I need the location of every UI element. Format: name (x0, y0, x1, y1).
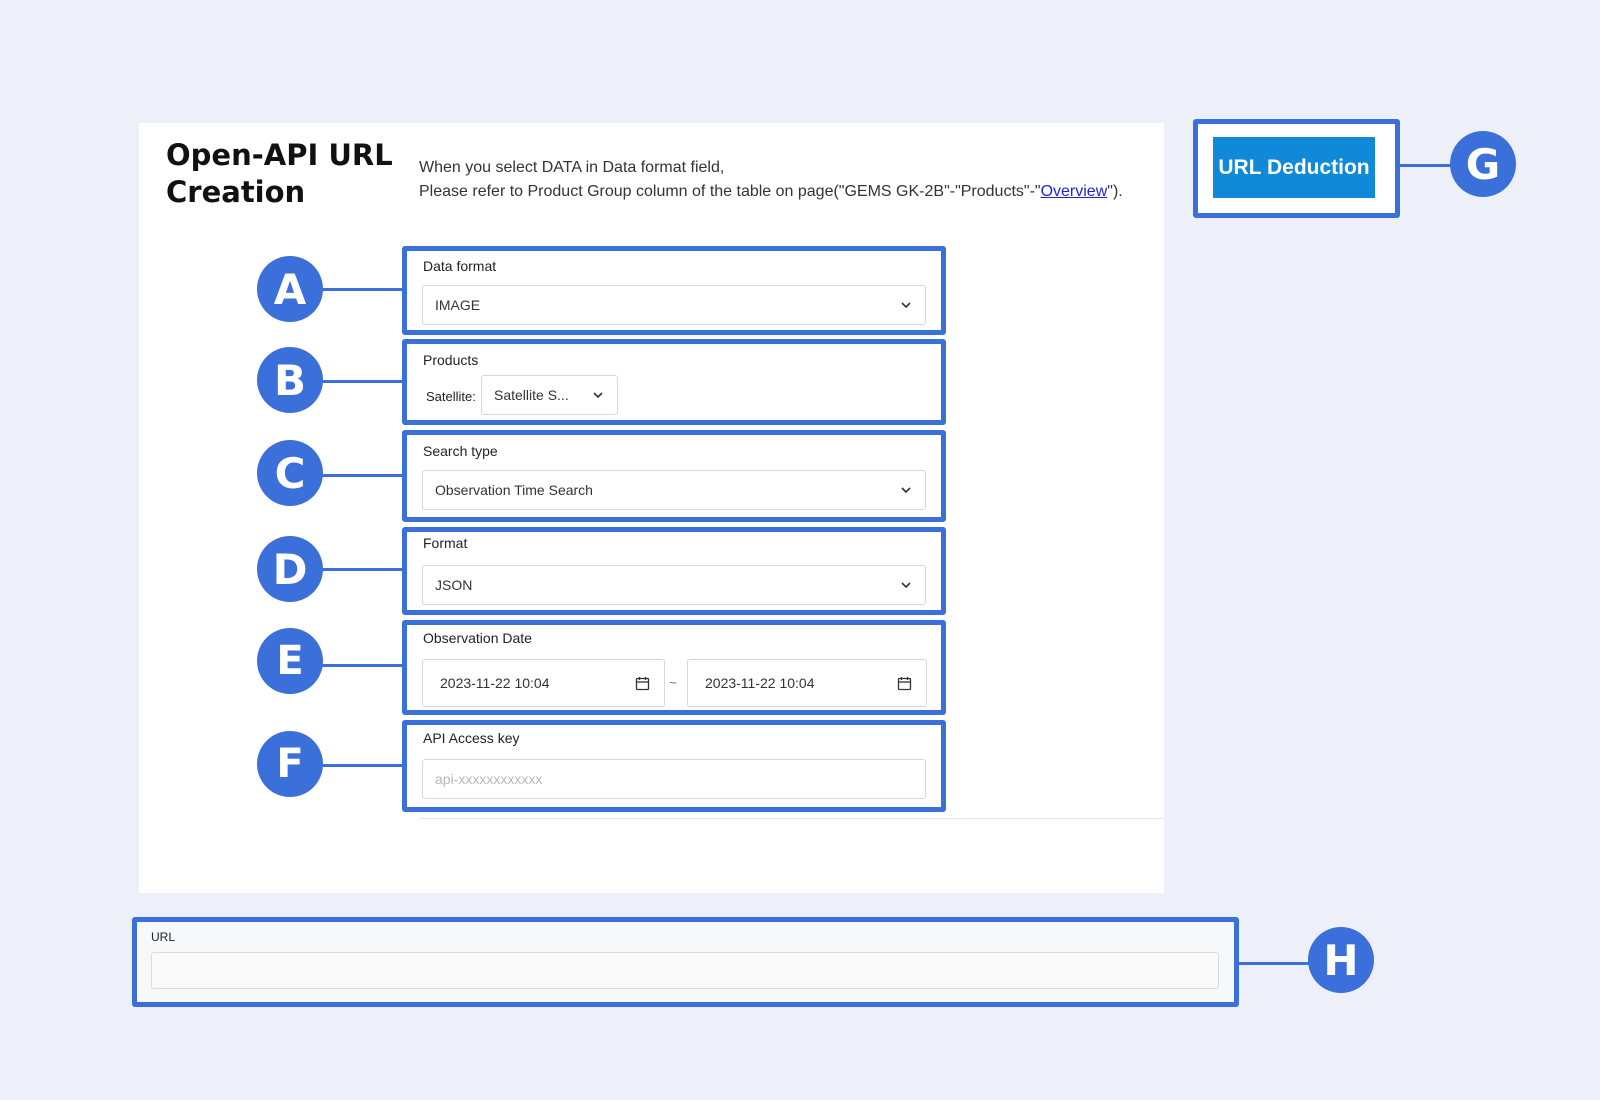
chevron-down-icon (901, 582, 911, 589)
calendar-icon (635, 676, 650, 690)
badge-b: B (257, 347, 323, 413)
notice-text: When you select DATA in Data format fiel… (419, 156, 1123, 204)
end-date-value: 2023-11-22 10:04 (705, 675, 815, 691)
connector-a (320, 288, 402, 291)
badge-a: A (257, 256, 323, 322)
satellite-select[interactable]: Satellite S... (481, 375, 618, 415)
form-divider (419, 818, 1164, 819)
products-section: Products Satellite: Satellite S... (402, 339, 946, 425)
date-range-separator: ~ (669, 675, 677, 690)
search-type-section: Search type Observation Time Search (402, 430, 946, 522)
satellite-value: Satellite S... (494, 387, 569, 403)
data-format-label: Data format (423, 258, 497, 274)
badge-e: E (257, 628, 323, 694)
calendar-icon (897, 676, 912, 690)
connector-g (1400, 164, 1457, 167)
search-type-label: Search type (423, 443, 498, 459)
data-format-section: Data format IMAGE (402, 246, 946, 335)
url-label: URL (151, 930, 176, 944)
satellite-label: Satellite: (426, 389, 476, 404)
data-format-select[interactable]: IMAGE (422, 285, 926, 325)
products-label: Products (423, 352, 479, 368)
connector-d (320, 568, 402, 571)
start-date-input[interactable]: 2023-11-22 10:04 (422, 659, 665, 707)
connector-e (320, 664, 402, 667)
page-title: Open-API URL Creation (166, 138, 393, 209)
url-output-field[interactable] (151, 952, 1219, 989)
api-key-input[interactable] (422, 759, 926, 799)
notice-line-2-suffix: "). (1107, 183, 1123, 200)
format-select[interactable]: JSON (422, 565, 926, 605)
api-key-label: API Access key (423, 730, 520, 746)
api-key-section: API Access key (402, 720, 946, 812)
end-date-input[interactable]: 2023-11-22 10:04 (687, 659, 927, 707)
badge-g: G (1450, 131, 1516, 197)
badge-d: D (257, 536, 323, 602)
badge-h: H (1308, 927, 1374, 993)
notice-line-1: When you select DATA in Data format fiel… (419, 159, 725, 176)
notice-line-2: Please refer to Product Group column of … (419, 180, 1123, 204)
chevron-down-icon (593, 392, 603, 399)
format-value: JSON (435, 577, 473, 593)
connector-f (320, 764, 402, 767)
url-output-section: URL (132, 917, 1239, 1007)
notice-line-2-prefix: Please refer to Product Group column of … (419, 183, 1041, 200)
url-deduction-section: URL Deduction (1193, 119, 1400, 218)
observation-date-section: Observation Date 2023-11-22 10:04 ~ 2023… (402, 620, 946, 715)
chevron-down-icon (901, 302, 911, 309)
format-section: Format JSON (402, 527, 946, 615)
connector-c (320, 474, 402, 477)
format-label: Format (423, 535, 468, 551)
search-type-value: Observation Time Search (435, 482, 593, 498)
data-format-value: IMAGE (435, 297, 481, 313)
chevron-down-icon (901, 487, 911, 494)
connector-h (1239, 962, 1311, 965)
url-deduction-button[interactable]: URL Deduction (1213, 137, 1375, 198)
search-type-select[interactable]: Observation Time Search (422, 470, 926, 510)
start-date-value: 2023-11-22 10:04 (440, 675, 550, 691)
badge-f: F (257, 731, 323, 797)
overview-link[interactable]: Overview (1041, 183, 1108, 200)
badge-c: C (257, 440, 323, 506)
connector-b (320, 380, 402, 383)
observation-date-label: Observation Date (423, 630, 532, 646)
